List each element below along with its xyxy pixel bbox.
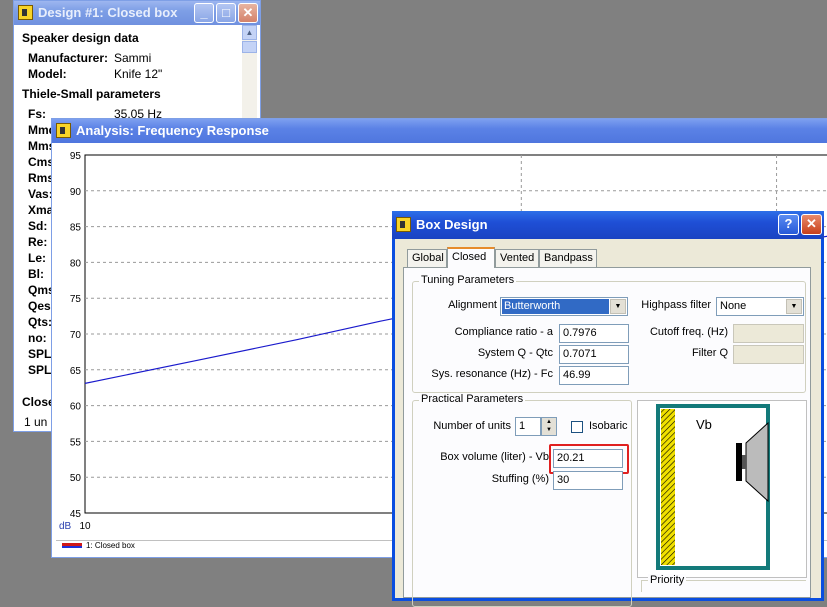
driver-magnet [736, 443, 742, 481]
compliance-input[interactable]: 0.7976 [559, 324, 629, 343]
help-button[interactable]: ? [778, 214, 799, 235]
box-diagram: Vb [637, 400, 807, 578]
systemq-input[interactable]: 0.7071 [559, 345, 629, 364]
scroll-up-arrow-icon[interactable]: ▲ [242, 25, 257, 40]
spin-down-icon[interactable]: ▼ [542, 426, 556, 434]
y-tick-label: 55 [70, 437, 82, 448]
cutoff-label: Cutoff freq. (Hz) [649, 326, 728, 338]
manufacturer-label: Manufacturer: [28, 51, 109, 65]
legend-swatch [62, 543, 82, 548]
highlight-box [549, 444, 629, 474]
cutoff-input[interactable] [733, 324, 804, 343]
alignment-select[interactable]: Butterworth ▼ [500, 297, 628, 316]
diagram-vb-label: Vb [696, 417, 712, 432]
practical-parameters-group: Practical Parameters Number of units 1 ▲… [412, 393, 632, 607]
highpass-label: Highpass filter [641, 299, 711, 311]
ts-param-label: no: [28, 331, 47, 345]
units-label: Number of units [433, 420, 511, 432]
maximize-button[interactable]: □ [216, 3, 236, 23]
close-button[interactable]: ✕ [238, 3, 258, 23]
stuffing-hatch [661, 409, 675, 565]
alignment-selected-value: Butterworth [502, 299, 609, 314]
ts-param-label: Xma [28, 203, 54, 217]
tab-vented[interactable]: Vented [495, 249, 539, 267]
alignment-label: Alignment [448, 299, 497, 311]
dialog-close-button[interactable]: ✕ [801, 214, 822, 235]
analysis-window-title: Analysis: Frequency Response [76, 123, 269, 138]
ts-param-label: SPL [28, 347, 52, 361]
scroll-thumb[interactable] [242, 41, 257, 53]
sysres-label: Sys. resonance (Hz) - Fc [431, 368, 553, 380]
y-tick-label: 85 [70, 223, 82, 234]
model-value: Knife 12" [114, 67, 163, 81]
tab-global[interactable]: Global [407, 249, 447, 267]
compliance-label: Compliance ratio - a [454, 326, 553, 338]
y-tick-label: 65 [70, 366, 82, 377]
ts-param-label: Le: [28, 251, 46, 265]
highpass-selected-value: None [720, 300, 747, 312]
tuning-parameters-group: Tuning Parameters Alignment Butterworth … [412, 274, 806, 393]
spin-up-icon[interactable]: ▲ [542, 418, 556, 426]
tab-closed[interactable]: Closed [447, 247, 495, 268]
highpass-select[interactable]: None ▼ [716, 297, 804, 316]
ts-param-label: SPL [28, 363, 52, 377]
manufacturer-value: Sammi [114, 51, 152, 65]
closed-box-illustration: Vb [656, 404, 770, 570]
model-label: Model: [28, 67, 67, 81]
y-tick-label: 50 [70, 473, 82, 484]
ts-param-label: Re: [28, 235, 48, 249]
ts-param-label: Bl: [28, 267, 44, 281]
minimize-button[interactable]: _ [194, 3, 214, 23]
y-tick-label: 45 [70, 509, 82, 520]
driver-voicecoil [742, 455, 746, 469]
tuning-group-title: Tuning Parameters [419, 274, 517, 286]
ts-param-label: Fs: [28, 107, 46, 121]
sysres-input[interactable]: 46.99 [559, 366, 629, 385]
y-tick-label: 95 [70, 151, 82, 162]
units-input[interactable]: 1 [515, 417, 541, 436]
legend-label: 1: Closed box [86, 541, 135, 550]
ts-section-heading: Thiele-Small parameters [22, 87, 161, 101]
filterq-label: Filter Q [691, 347, 728, 359]
units-text: 1 un [24, 415, 48, 427]
y-tick-label: 90 [70, 187, 82, 198]
practical-group-title: Practical Parameters [419, 393, 526, 405]
systemq-label: System Q - Qtc [477, 347, 553, 359]
speaker-app-icon [18, 5, 33, 20]
speaker-section-heading: Speaker design data [22, 31, 139, 45]
box-design-title: Box Design [416, 217, 488, 232]
box-design-titlebar[interactable]: Box Design [392, 211, 824, 239]
x-tick-label: 10 [79, 521, 91, 532]
stuffing-input[interactable]: 30 [553, 471, 623, 490]
stuffing-label: Stuffing (%) [491, 473, 549, 485]
chevron-down-icon[interactable]: ▼ [786, 299, 802, 314]
priority-label: Priority [648, 574, 687, 586]
design-window-title: Design #1: Closed box [38, 5, 178, 20]
ts-param-label: Qes [28, 299, 51, 313]
y-tick-label: 80 [70, 258, 82, 269]
analysis-window-titlebar[interactable]: Analysis: Frequency Response [52, 119, 827, 143]
speaker-app-icon [56, 123, 71, 138]
tab-bandpass[interactable]: Bandpass [539, 249, 597, 267]
speaker-app-icon [396, 217, 411, 232]
isobaric-checkbox[interactable] [571, 421, 583, 433]
y-tick-label: 75 [70, 294, 82, 305]
y-tick-label: 70 [70, 330, 82, 341]
isobaric-label: Isobaric [589, 420, 628, 432]
priority-group: Priority [641, 574, 806, 592]
closed-section-heading: Close [22, 395, 55, 409]
volume-label: Box volume (liter) - Vb [440, 451, 549, 463]
ts-param-label: Qts: [28, 315, 52, 329]
filterq-input[interactable] [733, 345, 804, 364]
y-axis-label: dB [59, 521, 72, 532]
y-tick-label: 60 [70, 402, 82, 413]
chevron-down-icon[interactable]: ▼ [610, 299, 626, 314]
units-spinner[interactable]: ▲ ▼ [541, 417, 557, 436]
ts-param-label: Vas: [28, 187, 53, 201]
ts-param-label: Sd: [28, 219, 48, 233]
